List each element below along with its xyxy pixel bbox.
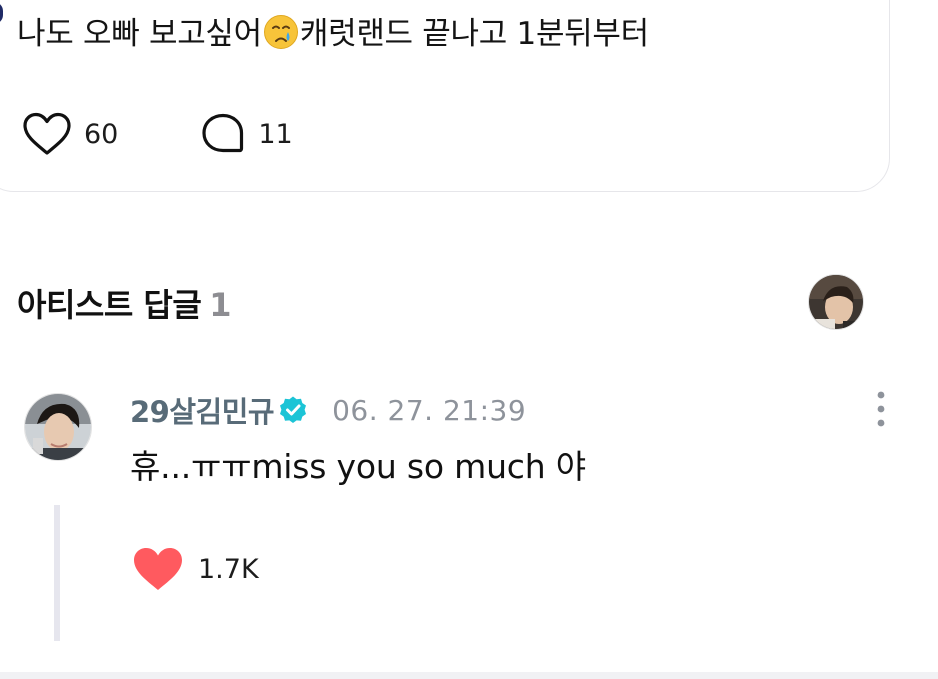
screen: { "post": { "text_before_emoji": "나도 오빠 …	[0, 0, 938, 679]
post-comment-button[interactable]: 11	[200, 112, 293, 156]
reply-like-button[interactable]: 1.7K	[132, 546, 259, 592]
artist-avatar-small[interactable]	[808, 274, 864, 330]
post-text: 나도 오빠 보고싶어 캐럿랜드 끝나고 1분뒤부터	[17, 14, 649, 54]
reply-author-name[interactable]: 29살김민규	[130, 389, 275, 431]
heart-outline-icon	[23, 112, 71, 155]
artist-replies-label: 아티스트 답글	[17, 286, 202, 324]
reply-like-count: 1.7K	[198, 553, 259, 585]
post-text-part-1: 나도 오빠 보고싶어	[17, 16, 262, 52]
more-options-button[interactable]	[866, 390, 896, 428]
heart-filled-icon	[134, 548, 182, 590]
artist-replies-title: 아티스트 답글 1	[17, 280, 232, 326]
comment-bubble-icon	[202, 113, 244, 153]
post-like-count: 60	[84, 118, 119, 150]
reply-header: 29살김민규 06. 27. 21:39	[130, 389, 526, 431]
post-like-button[interactable]: 60	[22, 112, 118, 156]
verified-badge-icon	[280, 396, 307, 423]
reply-text: 휴...ㅠㅠmiss you so much 야	[130, 447, 586, 486]
thread-line	[54, 505, 60, 641]
reply-timestamp: 06. 27. 21:39	[332, 393, 527, 427]
more-vertical-icon	[877, 391, 885, 427]
bottom-divider	[0, 672, 938, 679]
post-comment-count: 11	[258, 118, 293, 150]
artist-replies-count: 1	[209, 286, 232, 324]
crying-face-emoji-icon	[263, 14, 299, 50]
reply-author-avatar[interactable]	[24, 393, 92, 461]
post-actions: 60 11	[22, 112, 293, 156]
post-text-part-2: 캐럿랜드 끝나고 1분뒤부터	[299, 16, 649, 52]
